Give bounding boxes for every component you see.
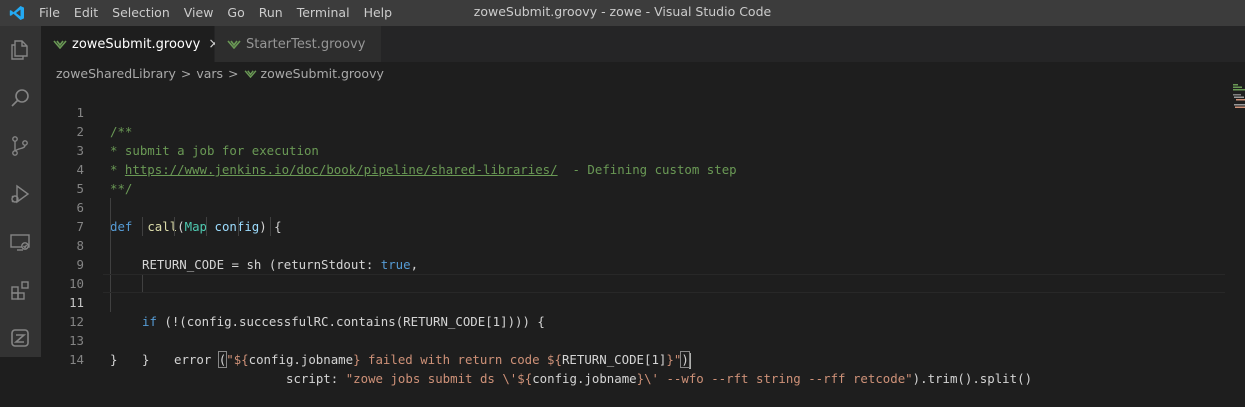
indent-guide <box>110 236 111 255</box>
breadcrumb-item-folder[interactable]: zoweSharedLibrary <box>56 66 176 81</box>
minimap[interactable] <box>1233 84 1245 114</box>
menu-view[interactable]: View <box>177 0 221 26</box>
code-line: 5 <box>41 160 1225 196</box>
menu-file[interactable]: File <box>32 0 67 26</box>
vscode-logo-icon <box>6 2 28 24</box>
zowe-icon[interactable] <box>4 322 36 354</box>
punct-token <box>211 352 218 367</box>
punct-token: () <box>1017 371 1033 386</box>
bracket-match: ) <box>680 351 690 368</box>
title-bar: File Edit Selection View Go Run Terminal… <box>0 0 1245 26</box>
search-icon[interactable] <box>4 82 36 114</box>
indent-guide <box>110 293 111 312</box>
code-text: } <box>110 350 117 369</box>
groovy-file-icon <box>244 69 257 78</box>
chevron-right-icon: > <box>228 65 239 81</box>
code-text: error ("${config.jobname} failed with re… <box>174 350 691 369</box>
code-text: } <box>142 350 149 369</box>
run-debug-icon[interactable] <box>4 178 36 210</box>
indent-guide <box>270 217 271 236</box>
function-token: split <box>979 371 1018 386</box>
code-line: 10 if (!(config.successfulRC.contains(RE… <box>41 255 1225 329</box>
indent-guide <box>110 274 111 293</box>
code-line: 14 <box>41 331 1225 367</box>
code-line: 3 * https://www.jenkins.io/doc/book/pipe… <box>41 122 1225 177</box>
activity-bar <box>0 26 41 357</box>
function-token: error <box>174 352 212 367</box>
string-token: }" <box>666 352 682 367</box>
source-control-icon[interactable] <box>4 130 36 162</box>
groovy-file-icon <box>227 39 241 49</box>
code-line: 7 RETURN_CODE = sh (returnStdout: true, <box>41 198 1225 272</box>
code-line: 9 <box>41 236 1225 272</box>
indent-guide <box>206 217 207 236</box>
extensions-icon[interactable] <box>4 274 36 306</box>
code-line: 1 /** <box>41 84 1225 139</box>
tab-bar: zoweSubmit.groovy × StarterTest.groovy <box>41 26 1245 62</box>
menu-selection[interactable]: Selection <box>105 0 177 26</box>
punct-token: ). <box>912 371 928 386</box>
variable-token: config.jobname <box>248 352 354 367</box>
indent-guide <box>238 217 239 236</box>
breadcrumb-item-vars[interactable]: vars <box>196 66 223 81</box>
menu-run[interactable]: Run <box>252 0 290 26</box>
string-token: } failed with return code ${ <box>353 352 562 367</box>
code-text: script: "zowe jobs submit ds \'${config.… <box>286 369 1032 388</box>
indent-guide <box>142 274 143 293</box>
param-token: script <box>286 371 331 386</box>
punct-token: } <box>142 352 150 367</box>
indent-guide <box>110 198 111 217</box>
line-number: 14 <box>69 352 84 367</box>
text-cursor <box>688 352 691 369</box>
breadcrumb: zoweSharedLibrary > vars > zoweSubmit.gr… <box>41 62 1245 84</box>
menu-help[interactable]: Help <box>357 0 400 26</box>
indent-guide <box>110 255 111 274</box>
code-line-current: 11 error ("${config.jobname} failed with… <box>41 274 1225 369</box>
code-line: 12 } <box>41 293 1225 367</box>
variable-token: RETURN_CODE[1] <box>561 352 667 367</box>
punct-token: } <box>110 352 118 367</box>
code-line: 2 * submit a job for execution <box>41 103 1225 158</box>
menu-edit[interactable]: Edit <box>67 0 105 26</box>
string-token: "${ <box>226 352 249 367</box>
indent-guide <box>174 217 175 236</box>
remote-explorer-icon[interactable] <box>4 226 36 258</box>
indent-guide <box>110 217 111 236</box>
menu-bar: File Edit Selection View Go Run Terminal… <box>32 0 399 26</box>
function-token: trim <box>927 371 958 386</box>
groovy-file-icon <box>53 39 67 49</box>
punct-token: (). <box>957 371 980 386</box>
breadcrumb-item-file[interactable]: zoweSubmit.groovy <box>261 66 384 81</box>
explorer-icon[interactable] <box>4 34 36 66</box>
tab-zowesubmit[interactable]: zoweSubmit.groovy × <box>41 26 220 62</box>
code-line: 13 } <box>41 312 1225 367</box>
code-line: 8 script: "zowe jobs submit ds \'${confi… <box>41 217 1225 386</box>
code-line: 4 **/ <box>41 141 1225 196</box>
string-token: "zowe jobs submit ds \'${ <box>345 371 533 386</box>
variable-token: config.jobname <box>532 371 637 386</box>
indent-guide <box>142 217 143 236</box>
chevron-right-icon: > <box>180 65 192 81</box>
code-editor[interactable]: 1 /** 2 * submit a job for execution 3 *… <box>41 84 1245 386</box>
tab-startertest[interactable]: StarterTest.groovy <box>215 26 381 62</box>
menu-terminal[interactable]: Terminal <box>290 0 357 26</box>
tab-label: StarterTest.groovy <box>246 36 366 52</box>
code-line: 6 def call(Map config) { <box>41 179 1225 234</box>
menu-go[interactable]: Go <box>220 0 251 26</box>
tab-label: zoweSubmit.groovy <box>72 36 201 52</box>
string-token: }\' --wfo --rft string --rff retcode" <box>636 371 913 386</box>
punct-token: : <box>330 371 346 386</box>
